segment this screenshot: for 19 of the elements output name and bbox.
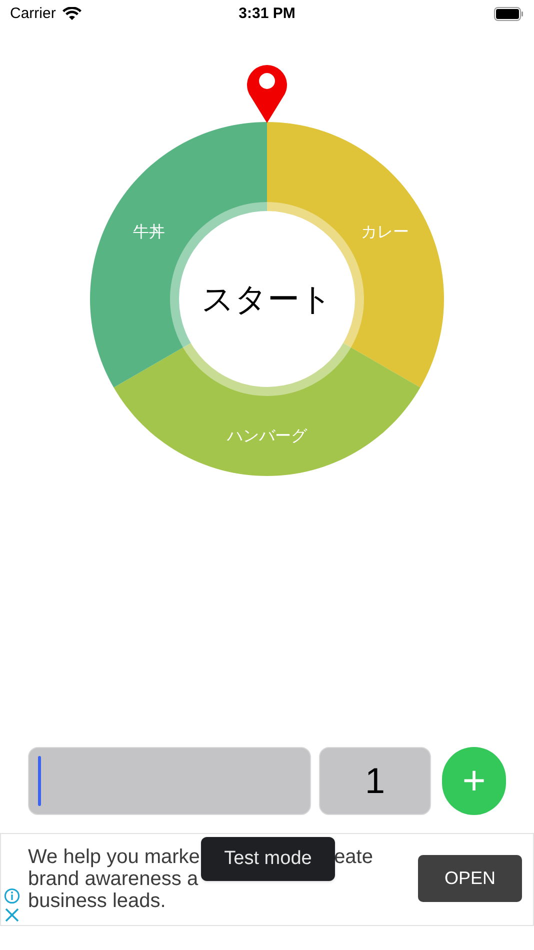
wifi-icon: [62, 7, 82, 21]
close-icon[interactable]: [5, 908, 19, 922]
start-button[interactable]: [179, 211, 355, 387]
ad-text: brand awareness a: [28, 868, 200, 890]
ad-text: eate: [334, 846, 373, 868]
start-label: スタート: [202, 280, 332, 318]
name-input-field[interactable]: [28, 747, 311, 815]
ad-text: We help you marke: [28, 846, 200, 868]
count-input-field[interactable]: 1: [319, 747, 431, 815]
segment-label: ハンバーグ: [227, 426, 307, 445]
clock-label: 3:31 PM: [238, 4, 296, 24]
open-button[interactable]: OPEN: [418, 855, 522, 902]
info-icon: [4, 888, 20, 904]
segment-label: 牛丼: [133, 222, 166, 241]
battery-icon: [494, 7, 524, 21]
segment-label: カレー: [360, 222, 409, 241]
ad-text: business leads.: [28, 890, 167, 912]
test-mode-toast: Test mode: [201, 837, 335, 881]
carrier-label: Carrier: [10, 4, 56, 24]
